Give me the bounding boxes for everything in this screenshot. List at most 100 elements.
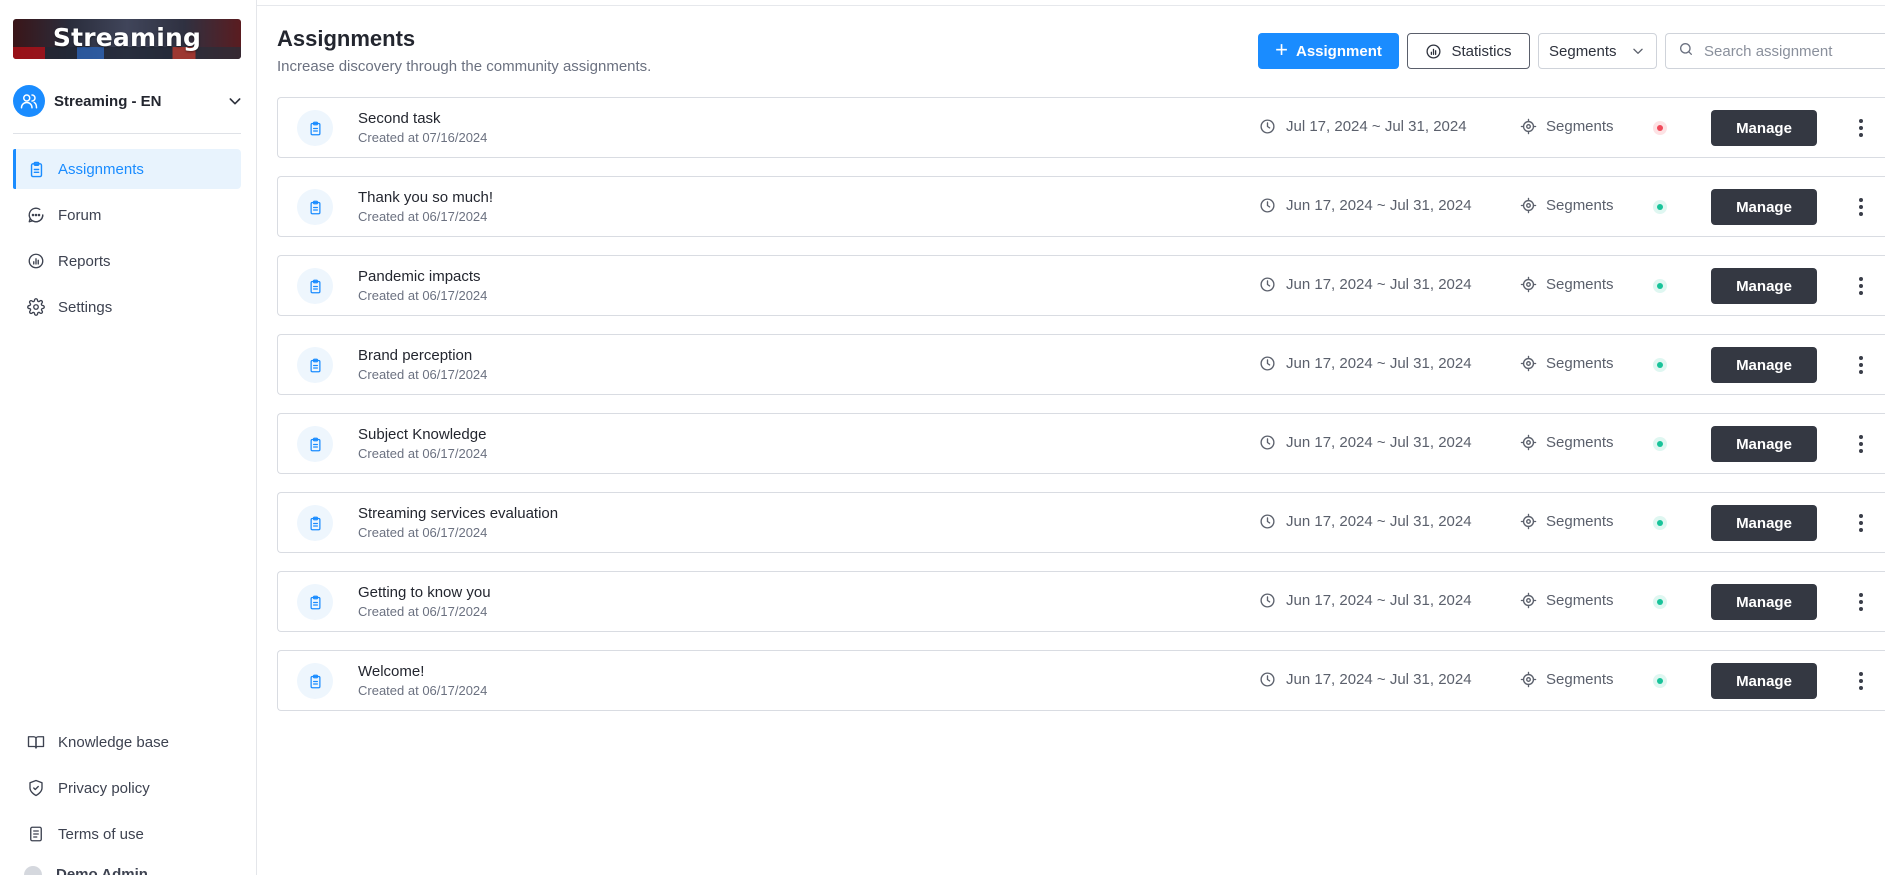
page-header: Assignments Increase discovery through t… [277,26,1885,80]
top-divider [256,5,1885,6]
list-item[interactable]: Subject Knowledge Created at 06/17/2024 … [277,413,1885,474]
add-assignment-button[interactable]: + Assignment [1258,33,1399,69]
clock-icon [1259,276,1276,293]
segments-text: Segments [1546,197,1614,214]
sidebar-footer-nav: Knowledge base Privacy policy Terms of u… [13,722,241,860]
sidebar-item-privacy-policy[interactable]: Privacy policy [13,768,241,808]
sidebar-item-label: Forum [58,206,102,224]
assignment-name: Welcome! [358,663,425,680]
chevron-down-icon [227,93,243,109]
users-icon [13,85,45,117]
list-item[interactable]: Brand perception Created at 06/17/2024 J… [277,334,1885,395]
target-icon [1520,513,1537,530]
assignment-segments[interactable]: Segments [1520,197,1614,214]
page-title: Assignments [277,26,416,51]
sidebar-item-label: Assignments [58,160,144,178]
segments-text: Segments [1546,355,1614,372]
date-range-text: Jun 17, 2024 ~ Jul 31, 2024 [1286,355,1472,372]
clipboard-icon [297,110,333,146]
list-item[interactable]: Second task Created at 07/16/2024 Jul 17… [277,97,1885,158]
more-options-icon[interactable] [1851,509,1871,537]
workspace-selector[interactable]: Streaming - EN [13,85,243,117]
plus-icon: + [1275,37,1288,62]
clock-icon [1259,592,1276,609]
search-input[interactable] [1704,42,1884,60]
more-options-icon[interactable] [1851,272,1871,300]
assignment-date-range: Jun 17, 2024 ~ Jul 31, 2024 [1259,671,1472,688]
assignment-segments[interactable]: Segments [1520,118,1614,135]
date-range-text: Jun 17, 2024 ~ Jul 31, 2024 [1286,671,1472,688]
sidebar-item-label: Reports [58,252,111,270]
manage-button[interactable]: Manage [1711,110,1817,146]
clipboard-icon [297,426,333,462]
more-options-icon[interactable] [1851,351,1871,379]
sidebar-item-label: Settings [58,298,113,316]
statistics-button[interactable]: Statistics [1407,33,1530,69]
sidebar: Streaming Streaming - EN Assignments For… [0,0,257,875]
assignment-date-range: Jun 17, 2024 ~ Jul 31, 2024 [1259,197,1472,214]
list-item[interactable]: Thank you so much! Created at 06/17/2024… [277,176,1885,237]
sidebar-item-settings[interactable]: Settings [13,287,241,327]
segments-text: Segments [1546,671,1614,688]
clipboard-icon [297,663,333,699]
search-icon [1678,41,1694,62]
list-item[interactable]: Getting to know you Created at 06/17/202… [277,571,1885,632]
segments-select[interactable]: Segments [1538,33,1657,69]
assignment-created-date: Created at 06/17/2024 [358,604,488,619]
assignment-segments[interactable]: Segments [1520,592,1614,609]
manage-button[interactable]: Manage [1711,584,1817,620]
status-dot [1657,678,1663,684]
list-item[interactable]: Pandemic impacts Created at 06/17/2024 J… [277,255,1885,316]
status-indicator [1653,358,1667,372]
more-options-icon[interactable] [1851,193,1871,221]
clock-icon [1259,118,1276,135]
header-actions: + Assignment Statistics Segments [1258,33,1885,69]
clipboard-icon [297,189,333,225]
segments-text: Segments [1546,513,1614,530]
assignment-created-date: Created at 06/17/2024 [358,288,488,303]
sidebar-nav: Assignments Forum Reports Settings [13,149,241,333]
user-menu[interactable]: Demo Admin [24,866,148,875]
manage-button[interactable]: Manage [1711,189,1817,225]
assignment-segments[interactable]: Segments [1520,355,1614,372]
status-indicator [1653,595,1667,609]
more-options-icon[interactable] [1851,588,1871,616]
sidebar-item-reports[interactable]: Reports [13,241,241,281]
sidebar-item-assignments[interactable]: Assignments [13,149,241,189]
more-options-icon[interactable] [1851,667,1871,695]
document-icon [27,825,45,843]
sidebar-item-forum[interactable]: Forum [13,195,241,235]
manage-button[interactable]: Manage [1711,663,1817,699]
list-item[interactable]: Welcome! Created at 06/17/2024 Jun 17, 2… [277,650,1885,711]
manage-button[interactable]: Manage [1711,347,1817,383]
assignment-segments[interactable]: Segments [1520,671,1614,688]
assignment-segments[interactable]: Segments [1520,434,1614,451]
manage-button[interactable]: Manage [1711,268,1817,304]
assignment-date-range: Jun 17, 2024 ~ Jul 31, 2024 [1259,434,1472,451]
status-dot [1657,520,1663,526]
sidebar-item-knowledge-base[interactable]: Knowledge base [13,722,241,762]
assignment-segments[interactable]: Segments [1520,276,1614,293]
more-options-icon[interactable] [1851,114,1871,142]
list-item[interactable]: Streaming services evaluation Created at… [277,492,1885,553]
assignment-name: Thank you so much! [358,189,494,206]
assignment-segments[interactable]: Segments [1520,513,1614,530]
status-dot [1657,283,1663,289]
more-options-icon[interactable] [1851,430,1871,458]
statistics-label: Statistics [1451,42,1512,60]
date-range-text: Jul 17, 2024 ~ Jul 31, 2024 [1286,118,1467,135]
clock-icon [1259,197,1276,214]
assignment-created-date: Created at 06/17/2024 [358,525,488,540]
brand-logo[interactable]: Streaming [13,19,241,59]
workspace-name: Streaming - EN [54,92,162,110]
clock-icon [1259,513,1276,530]
chat-icon [27,206,45,224]
manage-button[interactable]: Manage [1711,505,1817,541]
target-icon [1520,355,1537,372]
sidebar-item-label: Terms of use [58,825,144,843]
clipboard-icon [297,584,333,620]
date-range-text: Jun 17, 2024 ~ Jul 31, 2024 [1286,197,1472,214]
status-dot [1657,204,1663,210]
sidebar-item-terms-of-use[interactable]: Terms of use [13,814,241,854]
manage-button[interactable]: Manage [1711,426,1817,462]
